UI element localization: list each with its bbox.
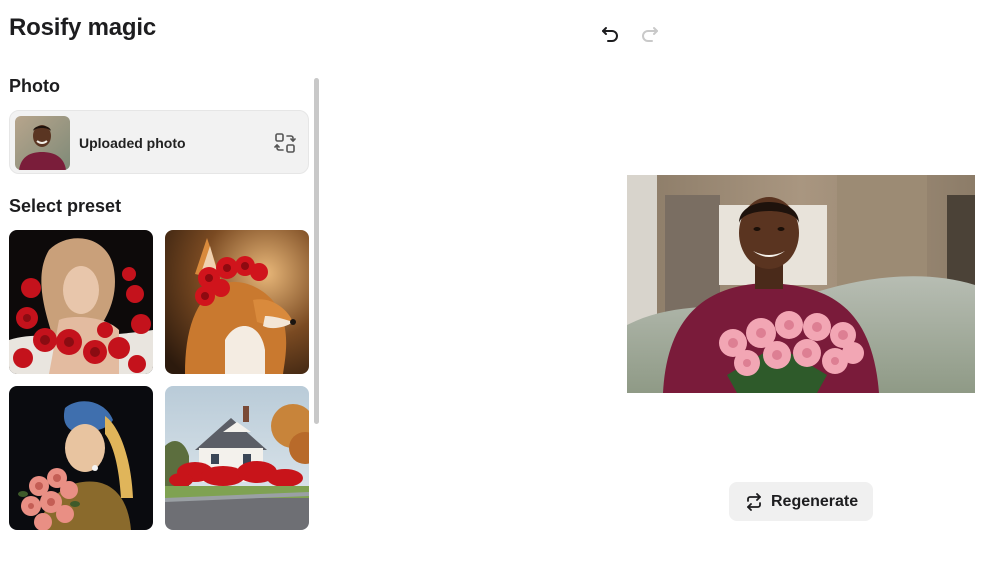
- preset-girl-with-pearl-earring-roses[interactable]: [9, 386, 153, 530]
- regenerate-label: Regenerate: [771, 492, 859, 510]
- redo-icon[interactable]: [639, 21, 661, 43]
- app-title: Rosify magic: [9, 14, 156, 41]
- preset-section-title: Select preset: [9, 196, 122, 216]
- photo-section-title: Photo: [9, 76, 60, 96]
- preset-house-with-red-roses[interactable]: [165, 386, 309, 530]
- repeat-icon: [745, 492, 763, 511]
- undo-icon[interactable]: [599, 21, 621, 43]
- preset-corgi-with-rose-crown[interactable]: [165, 230, 309, 374]
- regenerate-button[interactable]: Regenerate: [729, 482, 873, 521]
- uploaded-photo-label: Uploaded photo: [79, 135, 186, 151]
- panel-scrollbar[interactable]: [314, 78, 319, 424]
- result-preview-image: [627, 175, 975, 393]
- preset-woman-with-roses[interactable]: [9, 230, 153, 374]
- uploaded-photo-card[interactable]: Uploaded photo: [9, 110, 309, 174]
- uploaded-photo-thumbnail: [15, 116, 70, 170]
- swap-photo-icon[interactable]: [274, 132, 296, 154]
